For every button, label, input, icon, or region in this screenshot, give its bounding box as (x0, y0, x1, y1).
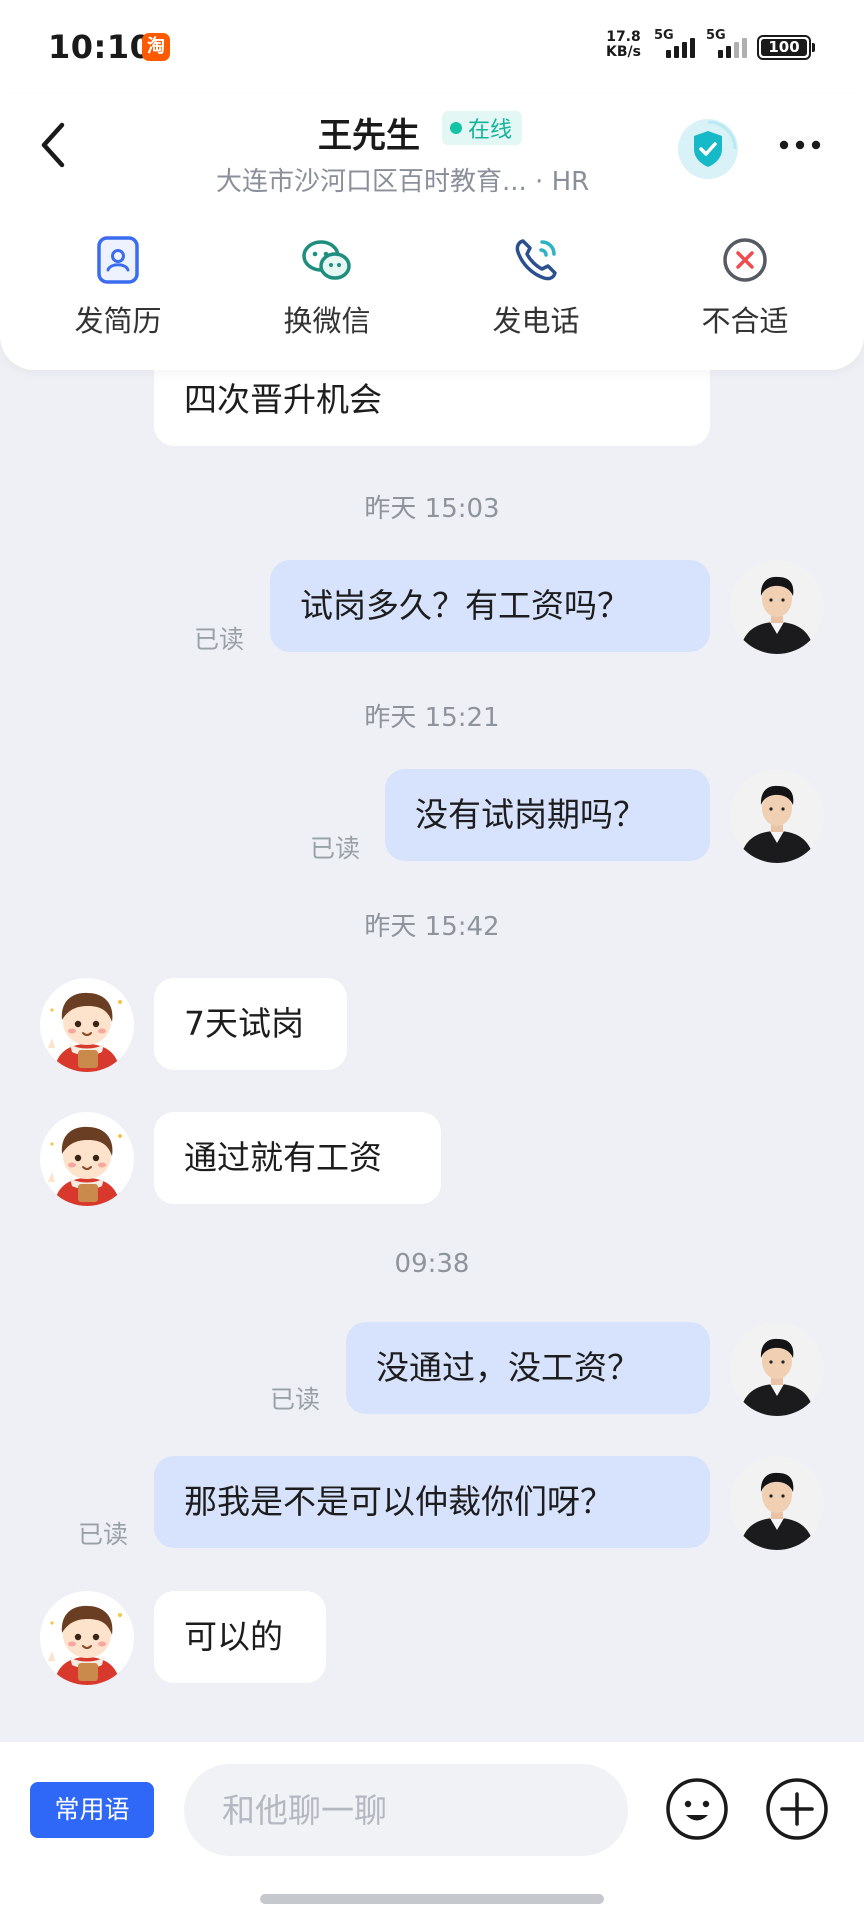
send-resume-button[interactable]: 发简历 (43, 230, 193, 340)
message-bubble-received[interactable]: 7天试岗 (154, 978, 347, 1070)
call-phone-button[interactable]: 发电话 (461, 230, 611, 340)
common-phrases-button[interactable]: 常用语 (30, 1782, 154, 1838)
add-attachment-button[interactable] (764, 1776, 830, 1842)
user-avatar-image (730, 1322, 824, 1416)
shield-check-icon (694, 120, 737, 167)
message-bubble-sent[interactable]: 那我是不是可以仲裁你们呀？ (154, 1456, 710, 1548)
chevron-left-icon (41, 122, 65, 168)
read-receipt: 已读 (310, 834, 361, 863)
read-receipt: 已读 (194, 625, 245, 654)
contact-company[interactable]: 大连市沙河口区百时教育... · HR (216, 161, 589, 198)
not-suitable-label: 不合适 (701, 304, 789, 338)
cartoon-avatar-image (40, 1591, 134, 1685)
security-shield-button[interactable] (678, 119, 738, 179)
emoji-icon (666, 1778, 728, 1840)
call-phone-label: 发电话 (492, 304, 580, 338)
taobao-notification-icon: 淘 (142, 33, 170, 61)
sim2-network-label: 5G (706, 28, 726, 43)
timestamp: 昨天 15:03 (364, 494, 500, 524)
cartoon-avatar-image (40, 978, 134, 1072)
network-speed-value: 17.8 (606, 29, 641, 45)
back-button[interactable] (32, 117, 76, 173)
read-receipt: 已读 (78, 1520, 129, 1549)
message-bubble-sent[interactable]: 试岗多久？有工资吗？ (270, 560, 710, 652)
battery-icon: 100 (757, 35, 815, 60)
online-status-badge: 在线 (442, 111, 523, 145)
online-dot-icon (450, 122, 462, 134)
read-receipt: 已读 (270, 1385, 321, 1414)
phone-icon (515, 239, 557, 281)
message-bubble-received[interactable]: 可以的 (154, 1591, 326, 1683)
battery-level: 100 (761, 39, 807, 56)
message-bubble-sent[interactable]: 没通过，没工资？ (346, 1322, 710, 1414)
my-avatar[interactable] (730, 769, 824, 863)
hr-avatar[interactable] (40, 1591, 134, 1685)
not-suitable-button[interactable]: 不合适 (670, 230, 820, 340)
close-circle-icon (723, 238, 767, 282)
network-speed-unit: KB/s (606, 44, 641, 60)
status-bar: 10:10 淘 17.8 KB/s 5G 5G 100 (0, 0, 864, 95)
signal-sim1-icon: 5G (654, 28, 702, 62)
wechat-icon (302, 240, 351, 280)
message-bubble-sent[interactable]: 没有试岗期吗？ (385, 769, 710, 861)
exchange-wechat-label: 换微信 (283, 304, 371, 338)
status-time: 10:10 (48, 28, 153, 66)
my-avatar[interactable] (730, 1322, 824, 1416)
user-avatar-image (730, 1456, 824, 1550)
user-avatar-image (730, 560, 824, 654)
cartoon-avatar-image (40, 1112, 134, 1206)
more-options-button[interactable] (772, 125, 828, 165)
signal-sim2-icon: 5G (706, 28, 754, 62)
timestamp: 昨天 15:21 (364, 703, 500, 733)
emoji-button[interactable] (664, 1776, 730, 1842)
online-status-text: 在线 (468, 118, 513, 143)
chat-header: 王先生 在线 大连市沙河口区百时教育... · HR 发简历 换微信 发电话 不… (0, 95, 864, 370)
more-dots-icon (779, 140, 821, 150)
message-input[interactable] (184, 1764, 628, 1856)
hr-avatar[interactable] (40, 1112, 134, 1206)
resume-icon (97, 236, 139, 284)
sim1-network-label: 5G (654, 28, 674, 43)
hr-avatar[interactable] (40, 978, 134, 1072)
timestamp: 昨天 15:42 (364, 912, 500, 942)
contact-name: 王先生 (318, 116, 420, 156)
exchange-wechat-button[interactable]: 换微信 (252, 230, 402, 340)
network-speed: 17.8 KB/s (606, 30, 641, 60)
plus-icon (766, 1778, 828, 1840)
user-avatar-image (730, 769, 824, 863)
home-indicator[interactable] (260, 1894, 604, 1904)
timestamp: 09:38 (394, 1249, 470, 1279)
message-composer: 常用语 (0, 1742, 864, 1920)
message-bubble-received[interactable]: 通过就有工资 (154, 1112, 441, 1204)
my-avatar[interactable] (730, 1456, 824, 1550)
send-resume-label: 发简历 (74, 304, 162, 338)
my-avatar[interactable] (730, 560, 824, 654)
